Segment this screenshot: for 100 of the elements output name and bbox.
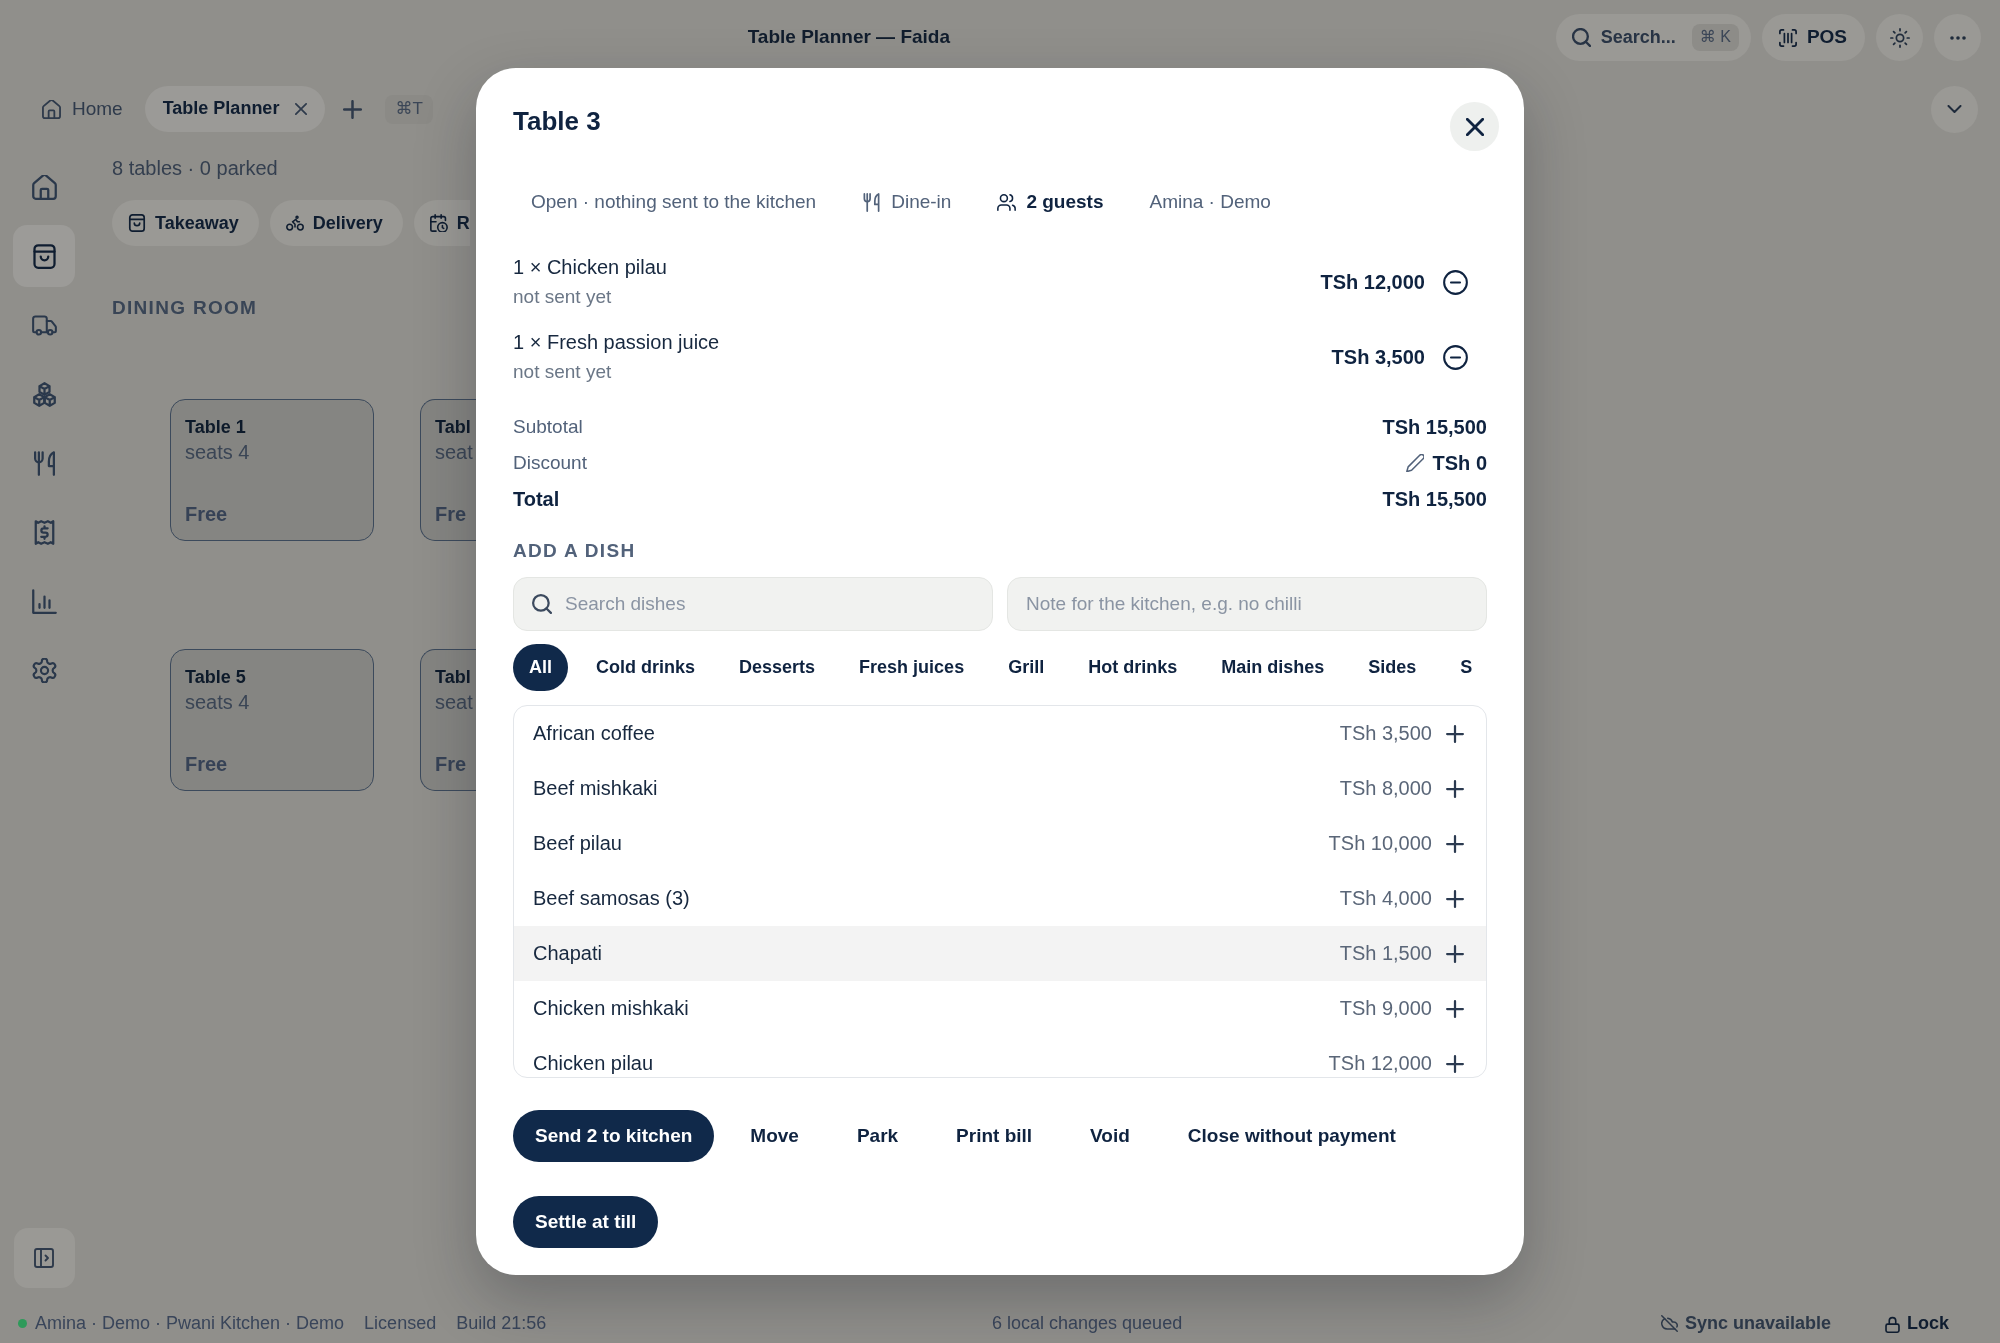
table-status: Free [185,752,228,777]
shortcut-hint: ⌘T [385,94,433,124]
order-status: Open · nothing sent to the kitchen [531,189,817,214]
minus-circle-icon[interactable] [1443,344,1468,370]
dish-name: Chicken pilau [533,1052,654,1075]
license-label: Licensed [364,1312,437,1336]
tab[interactable]: Table Planner [144,86,326,132]
dish-row[interactable]: Chapati TSh 1,500 [514,926,1486,981]
table-card[interactable]: Table 1 seats 4 Free [170,399,374,542]
summary-value: TSh 15,500 [1382,415,1487,440]
table-seats: seat [435,690,473,715]
table-card[interactable]: Table 5 seats 4 Free [170,649,374,792]
close-icon [1465,117,1484,136]
category-tab[interactable]: Desserts [723,644,832,691]
table-name: Table 5 [185,666,246,689]
pos-button[interactable]: POS [1761,14,1865,61]
service-type: Dine-in [891,189,952,214]
build-label: Build 21:56 [456,1312,547,1336]
sync-queue-label: 6 local changes queued [992,1312,1183,1336]
sidebar-toggle-button[interactable] [13,1228,75,1288]
dish-name: Chapati [533,942,602,965]
table-name: Tabl [435,416,471,439]
dish-row[interactable]: Chicken mishkaki TSh 9,000 [514,981,1486,1036]
plus-icon[interactable] [1446,944,1464,963]
close-icon[interactable] [295,103,308,115]
order-item-name: 1 × Fresh passion juice [513,330,720,355]
note-field[interactable]: Note for the kitchen, e.g. no chilli [1007,577,1487,631]
plus-icon[interactable] [1446,834,1464,853]
fork-knife-icon [862,192,882,212]
pencil-icon[interactable] [1405,454,1424,472]
category-tab[interactable]: Sides [1352,644,1433,691]
guest-count: 2 guests [1026,189,1104,214]
category-tab[interactable]: S [1444,644,1473,691]
plus-icon[interactable] [1446,1054,1464,1073]
plus-icon[interactable] [1446,779,1464,798]
category-tab[interactable]: Cold drinks [580,644,712,691]
more-icon [1949,35,1966,40]
status-dot-icon [18,1319,27,1329]
minus-circle-icon[interactable] [1443,269,1468,295]
chevron-down-icon [1947,105,1962,113]
table-card[interactable]: Tabl seat Fre [420,649,476,792]
home-icon [31,174,57,200]
plus-icon[interactable] [1446,724,1464,743]
category-tab[interactable]: All [513,644,568,691]
dish-row[interactable]: Beef mishkaki TSh 8,000 [514,761,1486,816]
cloud-off-icon [1660,1315,1678,1333]
account-label: Amina · Demo · Pwani Kitchen · Demo [35,1312,345,1336]
action-button[interactable]: Print bill [934,1110,1055,1162]
search-field[interactable]: Search dishes [513,577,993,631]
summary-value: TSh 15,500 [1382,487,1487,512]
plus-icon[interactable] [1446,999,1464,1018]
action-button[interactable]: Park [834,1110,921,1162]
table-summary: 8 tables · 0 parked [112,156,278,181]
action-button[interactable]: Void [1068,1110,1152,1162]
theme-button[interactable] [1876,14,1923,61]
table-status: Fre [435,502,467,527]
action-button[interactable]: Send 2 to kitchen [513,1110,715,1162]
order-item-price: TSh 12,000 [1320,270,1425,295]
calendar-clock-icon [429,214,448,233]
dish-price: TSh 8,000 [1339,777,1432,800]
category-tab[interactable]: Grill [992,644,1061,691]
dish-name: Beef mishkaki [533,777,658,800]
search-icon [532,594,552,614]
dish-row[interactable]: Chicken pilau TSh 12,000 [514,1036,1486,1077]
tab[interactable]: Home [24,86,141,132]
category-tab[interactable]: Fresh juices [843,644,981,691]
table-card[interactable]: Tabl seat Fre [420,399,476,542]
quick-action-button[interactable]: Takeaway [112,200,259,247]
sync-status: Sync unavailable [1684,1312,1831,1336]
dish-row[interactable]: African coffee TSh 3,500 [514,706,1486,761]
close-button[interactable] [1450,102,1499,151]
quick-action-button[interactable]: R [413,200,470,247]
category-tab[interactable]: Main dishes [1205,644,1341,691]
category-tab[interactable]: Hot drinks [1072,644,1194,691]
table-name: Tabl [435,666,471,689]
settings-icon [31,657,57,683]
dish-price: TSh 10,000 [1328,832,1432,855]
dish-name: Beef samosas (3) [533,887,690,910]
plus-icon[interactable] [1446,889,1464,908]
dish-row[interactable]: Beef pilau TSh 10,000 [514,816,1486,871]
table-status: Fre [435,752,467,777]
order-item-note: not sent yet [513,285,612,309]
lock-button[interactable]: Lock [1874,1308,1960,1340]
action-button[interactable]: Move [728,1110,821,1162]
boxes-icon [31,381,57,407]
section-heading: DINING ROOM [112,296,258,321]
sidebar-item[interactable] [13,225,75,287]
table-status: Free [185,502,228,527]
search-button[interactable]: Search... ⌘ K [1555,14,1751,61]
table-seats: seats 4 [185,440,250,465]
table-seats: seats 4 [185,690,250,715]
section-heading: ADD A DISH [513,539,636,563]
quick-action-button[interactable]: Delivery [269,200,403,247]
action-button[interactable]: Close without payment [1165,1110,1418,1162]
lock-icon [1885,1315,1900,1333]
fork-knife-icon [31,450,57,476]
action-button[interactable]: Settle at till [513,1196,659,1248]
summary-label: Total [513,487,560,512]
dish-row[interactable]: Beef samosas (3) TSh 4,000 [514,871,1486,926]
dish-price: TSh 12,000 [1328,1052,1432,1075]
